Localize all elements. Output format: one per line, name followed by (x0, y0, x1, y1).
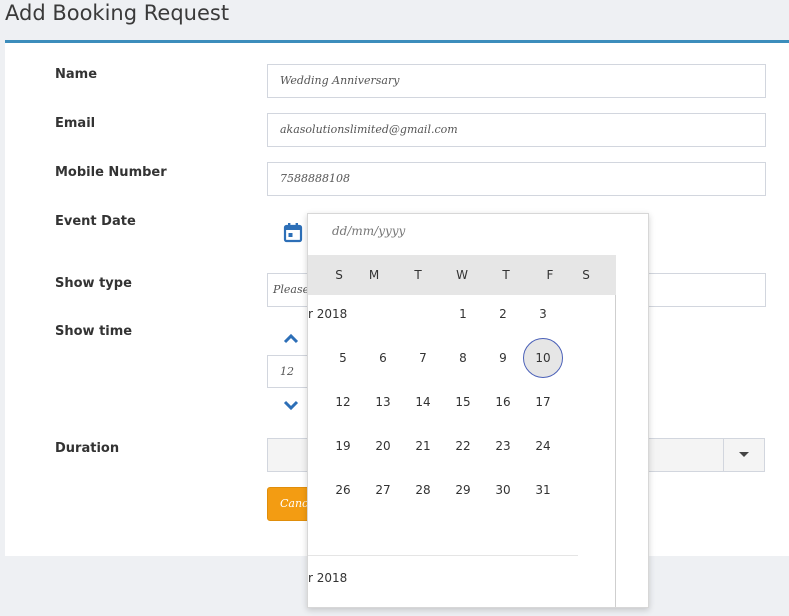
mobile-input[interactable]: 7588888108 (267, 162, 766, 196)
day-16[interactable]: 16 (483, 382, 523, 422)
caret-down-icon[interactable] (723, 439, 764, 471)
day-29[interactable]: 29 (443, 470, 483, 510)
day-1[interactable]: 1 (443, 294, 483, 334)
email-input[interactable]: akasolutionslimited@gmail.com (267, 113, 766, 147)
datepicker-input[interactable]: dd/mm/yyyy (332, 224, 405, 238)
day-3[interactable]: 3 (523, 294, 563, 334)
calendar-icon[interactable] (283, 222, 303, 248)
day-23[interactable]: 23 (483, 426, 523, 466)
day-7[interactable]: 7 (403, 338, 443, 378)
day-12[interactable]: 12 (323, 382, 363, 422)
show-time-label: Show time (55, 324, 133, 339)
page-title: Add Booking Request (5, 1, 230, 25)
day-2[interactable]: 2 (483, 294, 523, 334)
day-28[interactable]: 28 (403, 470, 443, 510)
day-13[interactable]: 13 (363, 382, 403, 422)
day-8[interactable]: 8 (443, 338, 483, 378)
weekday-fri: F (546, 268, 554, 282)
hour-up-icon[interactable] (283, 331, 299, 349)
hour-down-icon[interactable] (283, 399, 299, 417)
next-month-label: r 2018 (308, 571, 348, 585)
day-27[interactable]: 27 (363, 470, 403, 510)
day-9[interactable]: 9 (483, 338, 523, 378)
weekday-sun: S (335, 268, 343, 282)
day-24[interactable]: 24 (523, 426, 563, 466)
mobile-label: Mobile Number (55, 165, 167, 180)
weekday-sat: S (582, 268, 590, 282)
day-17[interactable]: 17 (523, 382, 563, 422)
weekday-thu: T (502, 268, 510, 282)
weekday-wed: W (456, 268, 468, 282)
name-input[interactable]: Wedding Anniversary (267, 64, 766, 98)
day-10[interactable]: 10 (523, 338, 563, 378)
weekday-mon: M (368, 268, 380, 282)
weekday-header: S M T W T F S (308, 255, 616, 295)
email-label: Email (55, 116, 96, 131)
day-6[interactable]: 6 (363, 338, 403, 378)
calendar-scrollbar[interactable] (615, 295, 616, 607)
day-31[interactable]: 31 (523, 470, 563, 510)
day-14[interactable]: 14 (403, 382, 443, 422)
day-30[interactable]: 30 (483, 470, 523, 510)
month-separator (308, 555, 578, 556)
day-19[interactable]: 19 (323, 426, 363, 466)
event-date-label: Event Date (55, 214, 136, 229)
day-21[interactable]: 21 (403, 426, 443, 466)
day-26[interactable]: 26 (323, 470, 363, 510)
weekday-tue: T (414, 268, 422, 282)
name-label: Name (55, 67, 98, 82)
day-5[interactable]: 5 (323, 338, 363, 378)
day-20[interactable]: 20 (363, 426, 403, 466)
day-22[interactable]: 22 (443, 426, 483, 466)
day-15[interactable]: 15 (443, 382, 483, 422)
month-label: r 2018 (308, 307, 348, 321)
duration-label: Duration (55, 441, 120, 456)
show-type-label: Show type (55, 276, 132, 291)
datepicker-popup: dd/mm/yyyy S M T W T F S r 2018 12356789… (307, 213, 649, 608)
